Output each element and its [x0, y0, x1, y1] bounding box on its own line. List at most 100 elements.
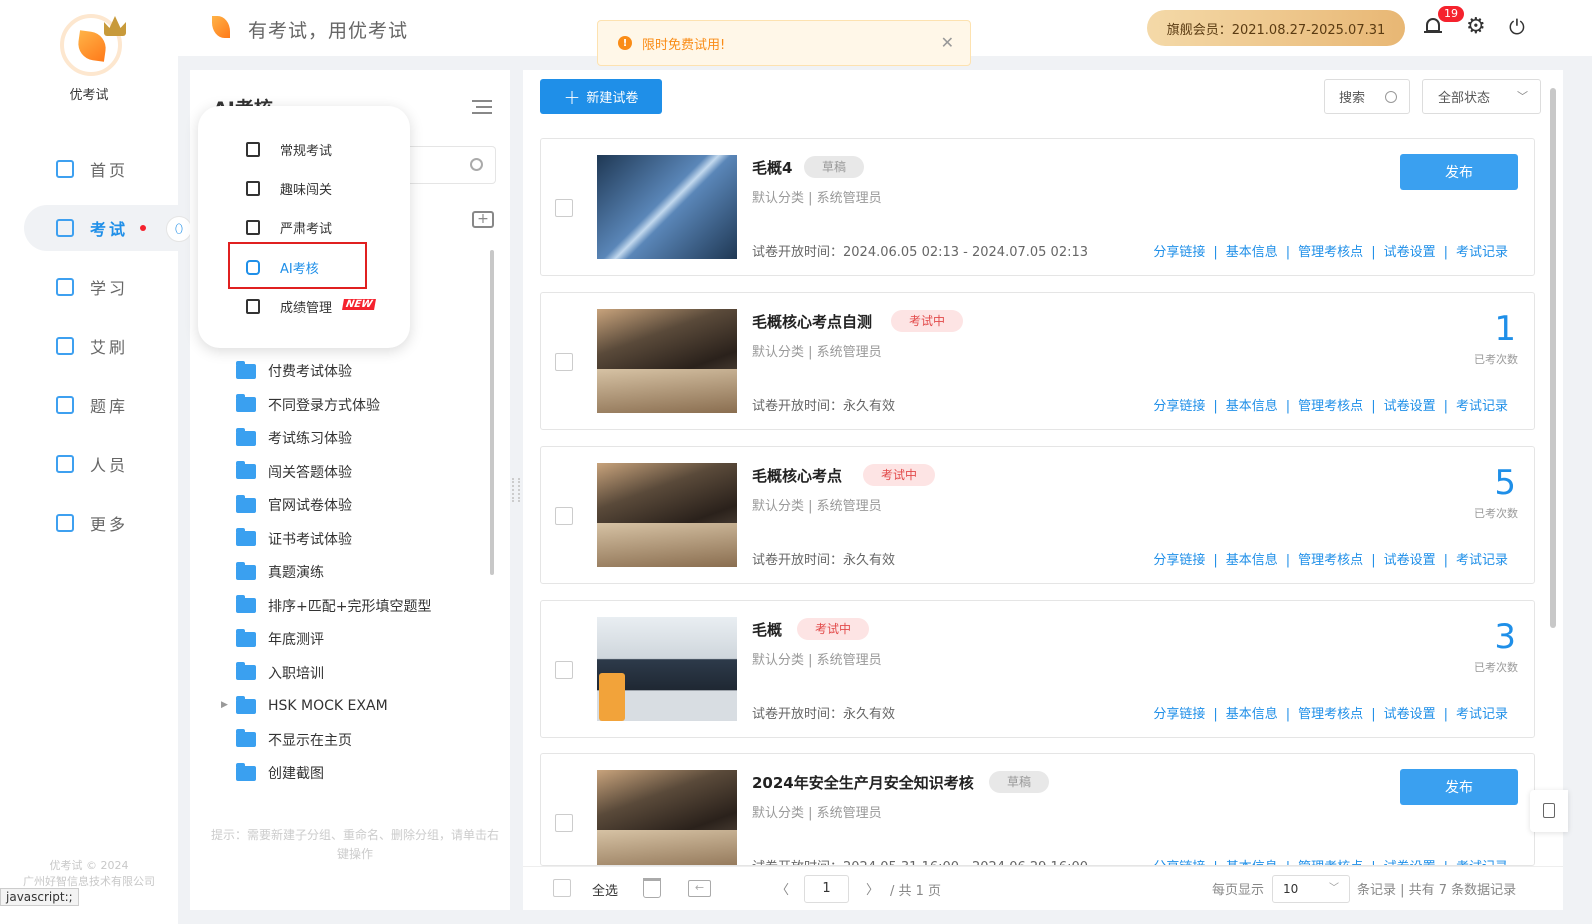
exam-card[interactable]: 毛概核心考点 考试中 默认分类 | 系统管理员 试卷开放时间：永久有效 分享链接 | 基本信… [540, 446, 1535, 584]
folder-item[interactable]: 考试练习体验 [236, 422, 352, 454]
folder-label: 官网试卷体验 [268, 498, 352, 514]
exam-link-0[interactable]: 分享链接 [1153, 707, 1205, 722]
main-scrollbar[interactable] [1550, 88, 1556, 628]
popup-item-2[interactable]: 严肃考试 [246, 215, 332, 239]
exam-count-label: 已考次数 [1474, 353, 1518, 366]
folder-item[interactable]: 年底测评 [236, 623, 324, 655]
popup-item-0[interactable]: 常规考试 [246, 137, 332, 161]
exam-card[interactable]: 毛概4 草稿 默认分类 | 系统管理员 试卷开放时间：2024.06.05 02:13… [540, 138, 1535, 276]
nav-item-3[interactable]: 艾刷 [0, 323, 178, 369]
document-float-button[interactable] [1530, 790, 1568, 832]
exam-link-4[interactable]: 考试记录 [1456, 399, 1508, 414]
exam-checkbox[interactable] [555, 507, 573, 525]
nav-item-0[interactable]: 首页 [0, 146, 178, 192]
exam-title[interactable]: 毛概4 [752, 157, 792, 178]
exam-search-input[interactable]: 搜索 [1324, 79, 1410, 114]
add-folder-icon[interactable]: + [472, 211, 494, 228]
nav-item-2[interactable]: 学习 [0, 264, 178, 310]
publish-button[interactable]: 发布 [1400, 769, 1518, 805]
exam-link-0[interactable]: 分享链接 [1153, 245, 1205, 260]
exam-open-time: 试卷开放时间：永久有效 [752, 707, 896, 722]
folder-item[interactable]: 闯关答题体验 [236, 456, 352, 488]
exam-card[interactable]: 毛概核心考点自测 考试中 默认分类 | 系统管理员 试卷开放时间：永久有效 分享链接 | 基… [540, 292, 1535, 430]
exam-link-2[interactable]: 管理考核点 [1298, 399, 1363, 414]
folder-item[interactable]: 入职培训 [236, 657, 324, 689]
exam-title[interactable]: 毛概 [752, 619, 782, 640]
exam-link-1[interactable]: 基本信息 [1226, 553, 1278, 568]
exam-link-1[interactable]: 基本信息 [1226, 707, 1278, 722]
panel-scrollbar[interactable] [490, 250, 494, 575]
resize-handle[interactable] [512, 478, 520, 502]
prev-page-button[interactable]: 〈 [776, 879, 789, 898]
exam-link-4[interactable]: 考试记录 [1456, 245, 1508, 260]
popup-item-1[interactable]: 趣味闯关 [246, 176, 332, 200]
exam-link-4[interactable]: 考试记录 [1456, 707, 1508, 722]
exam-thumbnail[interactable] [597, 463, 737, 567]
page-number-input[interactable]: 1 [804, 875, 849, 903]
exam-card[interactable]: 毛概 考试中 默认分类 | 系统管理员 试卷开放时间：永久有效 分享链接 | 基本信息 | 管理… [540, 600, 1535, 738]
exam-checkbox[interactable] [555, 199, 573, 217]
exam-link-3[interactable]: 试卷设置 [1384, 707, 1436, 722]
exam-link-1[interactable]: 基本信息 [1226, 245, 1278, 260]
exam-link-4[interactable]: 考试记录 [1456, 553, 1508, 568]
exam-open-time: 试卷开放时间：2024.05.31 16:00 - 2024.06.29 16:… [752, 856, 1088, 865]
popup-item-4[interactable]: 成绩管理 [246, 294, 332, 318]
folder-item[interactable]: 不显示在主页 [236, 724, 352, 756]
publish-button[interactable]: 发布 [1400, 154, 1518, 190]
folder-label: 创建截图 [268, 766, 324, 782]
exam-checkbox[interactable] [555, 814, 573, 832]
collapse-nav-button[interactable]: ⬯ [166, 216, 192, 242]
folder-item[interactable]: 付费考试体验 [236, 355, 352, 387]
membership-badge[interactable]: 旗舰会员：2021.08.27-2025.07.31 [1147, 10, 1405, 46]
page-size-select[interactable]: 10 ﹀ [1272, 875, 1350, 903]
expand-arrow-icon[interactable]: ▶ [221, 700, 228, 710]
move-folder-icon[interactable]: ← [688, 880, 711, 897]
select-all-checkbox[interactable] [553, 879, 571, 897]
folder-icon [236, 561, 256, 580]
folder-item[interactable]: 不同登录方式体验 [236, 389, 380, 421]
folder-item[interactable]: 证书考试体验 [236, 523, 352, 555]
select-all-label[interactable]: 全选 [592, 880, 618, 899]
exam-thumbnail[interactable] [597, 155, 737, 259]
status-filter-select[interactable]: 全部状态 ﹀ [1422, 79, 1541, 114]
nav-item-1[interactable]: 考试 [24, 205, 178, 251]
exam-thumbnail[interactable] [597, 617, 737, 721]
exam-link-2[interactable]: 管理考核点 [1298, 707, 1363, 722]
folder-item[interactable]: 创建截图 [236, 757, 324, 789]
exam-link-2[interactable]: 管理考核点 [1298, 245, 1363, 260]
folder-item[interactable]: HSK MOCK EXAM [236, 690, 388, 722]
folder-item[interactable]: 官网试卷体验 [236, 489, 352, 521]
folder-icon [236, 461, 256, 479]
nav-item-4[interactable]: 题库 [0, 382, 178, 428]
close-icon[interactable]: ✕ [941, 33, 954, 52]
nav-item-6[interactable]: 更多 [0, 500, 178, 546]
exam-card[interactable]: 2024年安全生产月安全知识考核草稿默认分类 | 系统管理员试卷开放时间：202… [540, 753, 1535, 866]
gear-icon[interactable]: ⚙ [1466, 16, 1488, 38]
exam-link-3[interactable]: 试卷设置 [1384, 553, 1436, 568]
exam-link-3[interactable]: 试卷设置 [1384, 245, 1436, 260]
exam-link-1[interactable]: 基本信息 [1226, 399, 1278, 414]
exam-count-label: 已考次数 [1474, 661, 1518, 674]
eraser-icon [56, 219, 74, 237]
power-icon[interactable]: ⏻ [1509, 16, 1531, 38]
exam-checkbox[interactable] [555, 661, 573, 679]
exam-checkbox[interactable] [555, 353, 573, 371]
folder-item[interactable]: 真题演练 [236, 556, 324, 588]
exam-thumbnail[interactable] [597, 770, 737, 865]
folder-item[interactable]: 排序+匹配+完形填空题型 [236, 590, 431, 622]
trash-icon[interactable] [643, 878, 661, 898]
exam-title[interactable]: 2024年安全生产月安全知识考核 [752, 772, 974, 793]
next-page-button[interactable]: 〉 [866, 879, 879, 898]
exam-link-2[interactable]: 管理考核点 [1298, 553, 1363, 568]
exam-title[interactable]: 毛概核心考点 [752, 465, 842, 486]
app-logo[interactable] [60, 14, 126, 76]
exam-link-3[interactable]: 试卷设置 [1384, 399, 1436, 414]
exam-title[interactable]: 毛概核心考点自测 [752, 311, 872, 332]
exam-thumbnail[interactable] [597, 309, 737, 413]
new-exam-button[interactable]: + 新建试卷 [540, 79, 662, 114]
group-search-input[interactable] [400, 146, 496, 184]
nav-item-5[interactable]: 人员 [0, 441, 178, 487]
exam-link-0[interactable]: 分享链接 [1153, 553, 1205, 568]
exam-link-0[interactable]: 分享链接 [1153, 399, 1205, 414]
menu-icon[interactable] [472, 100, 492, 114]
